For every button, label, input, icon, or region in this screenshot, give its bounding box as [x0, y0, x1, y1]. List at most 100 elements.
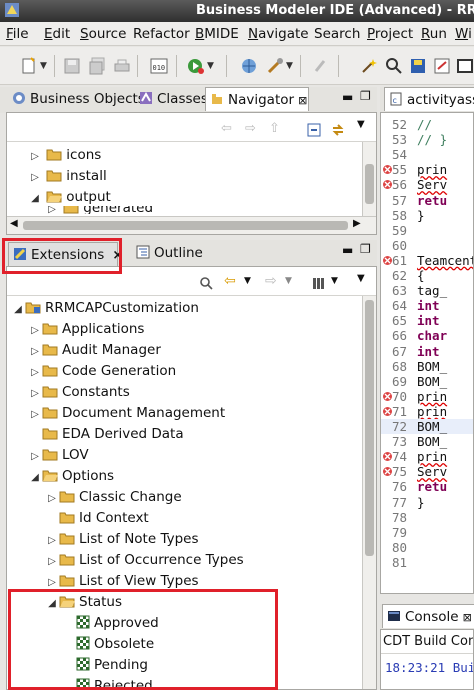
chevron-down-icon[interactable]: ◢ — [11, 300, 25, 320]
save-db-icon[interactable] — [409, 57, 427, 75]
tree-item[interactable]: ◢ Status — [45, 592, 122, 612]
scrollbar-thumb[interactable] — [23, 221, 348, 230]
chevron-down-icon[interactable]: ▼ — [357, 119, 365, 130]
tree-item[interactable]: ▷ Applications — [28, 319, 144, 339]
minimize-icon[interactable]: ▬ — [342, 90, 353, 104]
deploy-icon[interactable] — [240, 57, 258, 75]
close-icon[interactable]: ⊠ — [298, 89, 307, 113]
tree-item[interactable]: ▷ Audit Manager — [28, 340, 161, 360]
tree-item[interactable]: ▷ List of Note Types — [45, 529, 198, 549]
tree-item[interactable]: ▷ Classic Change — [45, 487, 182, 507]
menu-edit[interactable]: Edit — [44, 26, 70, 42]
chevron-right-icon[interactable]: ▷ — [28, 147, 42, 167]
menu-project[interactable]: Project — [367, 26, 413, 42]
menu-search[interactable]: Search — [314, 26, 360, 42]
chevron-right-icon[interactable]: ▷ — [28, 363, 42, 383]
tree-item[interactable]: ▷ List of Occurrence Types — [45, 550, 244, 570]
forward-arrow-icon[interactable]: ⇨ — [265, 273, 277, 289]
search-icon[interactable] — [385, 57, 403, 75]
new-icon[interactable] — [20, 57, 38, 75]
menu-bmide[interactable]: BMIDE — [195, 26, 239, 42]
list-item[interactable]: ▷ install — [28, 166, 107, 186]
chevron-right-icon[interactable]: ▷ — [28, 168, 42, 188]
menu-file[interactable]: File — [6, 26, 29, 42]
vertical-scrollbar[interactable] — [362, 142, 376, 216]
close-icon[interactable]: × — [112, 244, 123, 268]
pen-icon[interactable] — [312, 57, 330, 75]
chevron-right-icon[interactable]: ▷ — [45, 552, 59, 572]
tree-item[interactable]: ▷ LOV — [28, 445, 89, 465]
back-arrow-icon[interactable]: ⇦ — [221, 121, 232, 136]
chevron-right-icon[interactable]: ▷ — [45, 531, 59, 551]
library-icon[interactable] — [312, 276, 326, 290]
chevron-down-icon[interactable]: ▼ — [331, 276, 338, 286]
chevron-right-icon[interactable]: ▷ — [28, 384, 42, 404]
tab-navigator[interactable]: Navigator ⊠ — [205, 87, 309, 111]
tree-item[interactable]: Obsolete — [62, 634, 154, 654]
tree-item[interactable]: ◢ RRMCAPCustomization — [11, 298, 199, 318]
maximize-icon[interactable]: ❐ — [360, 89, 371, 103]
tab-classes[interactable]: Classes — [135, 87, 208, 111]
chevron-down-icon[interactable]: ▼ — [207, 57, 217, 75]
chevron-down-icon[interactable]: ▼ — [244, 276, 251, 286]
forward-arrow-icon[interactable]: ⇨ — [245, 121, 256, 136]
code-editor[interactable]: 52//53// } 54 55 prin 56 Serv 57 retu 58} 59 60… — [380, 112, 474, 594]
print-icon[interactable] — [113, 57, 131, 75]
link-editor-icon[interactable] — [331, 123, 345, 137]
collapse-all-icon[interactable] — [307, 123, 321, 137]
up-arrow-icon[interactable]: ⇧ — [269, 121, 280, 136]
export-icon[interactable] — [433, 57, 451, 75]
binary-icon[interactable]: 010 — [150, 57, 168, 75]
tree-item[interactable]: ▷ Constants — [28, 382, 130, 402]
scroll-right-icon[interactable]: ▶ — [353, 218, 361, 229]
back-arrow-icon[interactable]: ⇦ — [224, 273, 236, 289]
tree-item[interactable]: ▷ List of View Types — [45, 571, 198, 593]
chevron-down-icon[interactable]: ▼ — [285, 276, 292, 286]
tools-icon[interactable] — [266, 57, 284, 75]
menu-refactor[interactable]: Refactor — [133, 26, 190, 42]
vertical-scrollbar[interactable] — [362, 296, 376, 689]
tree-item[interactable]: ◢ Options — [28, 466, 114, 486]
chevron-right-icon[interactable]: ▷ — [28, 405, 42, 425]
tree-item[interactable]: Pending — [62, 655, 148, 675]
list-item[interactable]: ▷ generated — [45, 206, 153, 214]
tree-item[interactable]: Approved — [62, 613, 159, 633]
wand-icon[interactable] — [360, 57, 378, 75]
tab-editor-file[interactable]: c activityassi — [384, 87, 474, 111]
close-icon[interactable]: ⊠ — [463, 606, 472, 630]
window-icon[interactable] — [456, 57, 474, 75]
menu-run[interactable]: Run — [421, 26, 447, 42]
chevron-right-icon[interactable]: ▷ — [28, 321, 42, 341]
menu-source[interactable]: Source — [80, 26, 126, 42]
maximize-icon[interactable]: ❐ — [360, 242, 371, 256]
tab-business-objects[interactable]: Business Objects — [8, 87, 145, 111]
chevron-right-icon[interactable]: ▷ — [45, 206, 59, 214]
chevron-right-icon[interactable]: ▷ — [28, 342, 42, 362]
run-icon[interactable] — [187, 57, 205, 75]
chevron-right-icon[interactable]: ▷ — [45, 489, 59, 509]
chevron-down-icon[interactable]: ◢ — [28, 468, 42, 488]
minimize-icon[interactable]: ▬ — [342, 243, 353, 257]
chevron-down-icon[interactable]: ▼ — [40, 57, 50, 75]
scrollbar-thumb[interactable] — [365, 164, 374, 204]
tree-item[interactable]: Id Context — [45, 508, 149, 528]
tab-extensions[interactable]: Extensions × — [8, 242, 123, 266]
menu-window[interactable]: Wi — [455, 26, 472, 42]
scrollbar-thumb[interactable] — [365, 300, 374, 556]
list-item[interactable]: ▷ icons — [28, 145, 101, 165]
chevron-down-icon[interactable]: ▼ — [286, 57, 296, 75]
tree-item[interactable]: EDA Derived Data — [28, 424, 184, 444]
tree-item[interactable]: Rejected — [62, 676, 153, 689]
save-all-icon[interactable] — [88, 57, 106, 75]
save-icon[interactable] — [63, 57, 81, 75]
chevron-down-icon[interactable]: ◢ — [45, 594, 59, 614]
tree-item[interactable]: ▷ Document Management — [28, 403, 225, 423]
menu-navigate[interactable]: Navigate — [248, 26, 309, 42]
horizontal-scrollbar[interactable]: ◀ ▶ — [7, 216, 376, 234]
chevron-right-icon[interactable]: ▷ — [45, 573, 59, 593]
list-item[interactable]: ◢ output — [28, 187, 111, 207]
chevron-right-icon[interactable]: ▷ — [28, 447, 42, 467]
tab-console[interactable]: Console ⊠ — [382, 604, 474, 628]
search-icon[interactable] — [199, 276, 213, 290]
view-menu-icon[interactable]: ▼ — [357, 273, 365, 284]
